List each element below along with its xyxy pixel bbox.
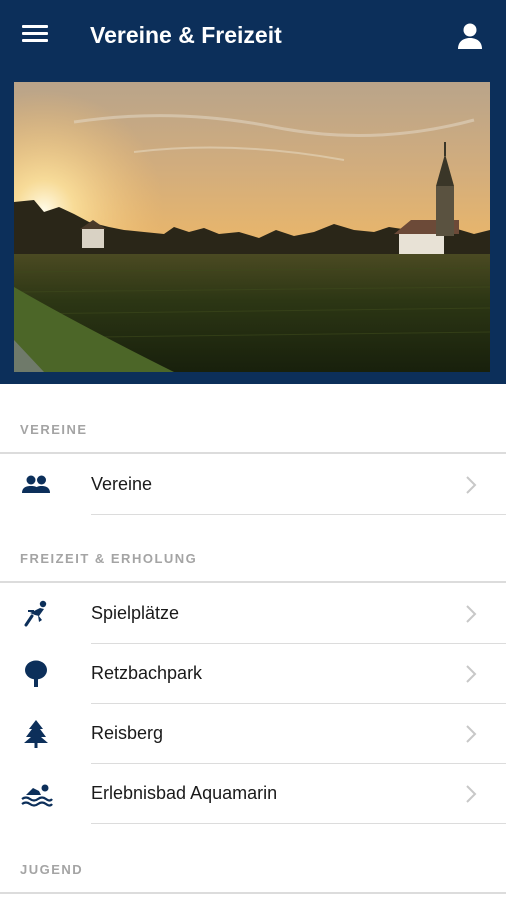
section-divider (0, 452, 506, 454)
profile-button[interactable] (455, 22, 485, 50)
hero-landscape-graphic (14, 90, 490, 372)
row-separator (91, 823, 506, 824)
list-item-label: Spielplätze (91, 603, 180, 623)
pine-tree-icon (21, 720, 51, 748)
list-item-label: Vereine (91, 474, 153, 494)
list-item-label: Reisberg (91, 723, 164, 743)
section-divider (0, 581, 506, 583)
list-item-retzbachpark[interactable]: Retzbachpark (0, 644, 506, 704)
app-bar: Vereine & Freizeit (0, 0, 506, 72)
menu-button[interactable] (22, 25, 48, 47)
section-header-jugend: JUGEND (20, 862, 84, 877)
section-header-freizeit: FREIZEIT & ERHOLUNG (20, 551, 198, 566)
row-separator (91, 514, 506, 515)
people-icon (21, 471, 51, 499)
hero-banner (0, 72, 506, 384)
list-item-erlebnisbad-aquamarin[interactable]: Erlebnisbad Aquamarin (0, 764, 506, 824)
list-item-reisberg[interactable]: Reisberg (0, 704, 506, 764)
hamburger-line (22, 39, 48, 42)
chevron-right-icon (464, 475, 478, 495)
person-icon (458, 23, 482, 49)
chevron-right-icon (464, 604, 478, 624)
list-item-vereine[interactable]: Vereine (0, 455, 506, 515)
section-divider (0, 892, 506, 894)
swimmer-icon (21, 780, 53, 808)
tree-icon (21, 660, 51, 688)
section-header-vereine: VEREINE (20, 422, 88, 437)
list-item-label: Erlebnisbad Aquamarin (91, 783, 278, 803)
playground-icon (21, 600, 51, 628)
page-title: Vereine & Freizeit (90, 22, 282, 48)
list-item-spielplaetze[interactable]: Spielplätze (0, 584, 506, 644)
list-item-label: Retzbachpark (91, 663, 203, 683)
hero-image (14, 82, 490, 372)
chevron-right-icon (464, 724, 478, 744)
hamburger-line (22, 32, 48, 35)
chevron-right-icon (464, 784, 478, 804)
chevron-right-icon (464, 664, 478, 684)
hamburger-menu-icon (22, 25, 48, 28)
